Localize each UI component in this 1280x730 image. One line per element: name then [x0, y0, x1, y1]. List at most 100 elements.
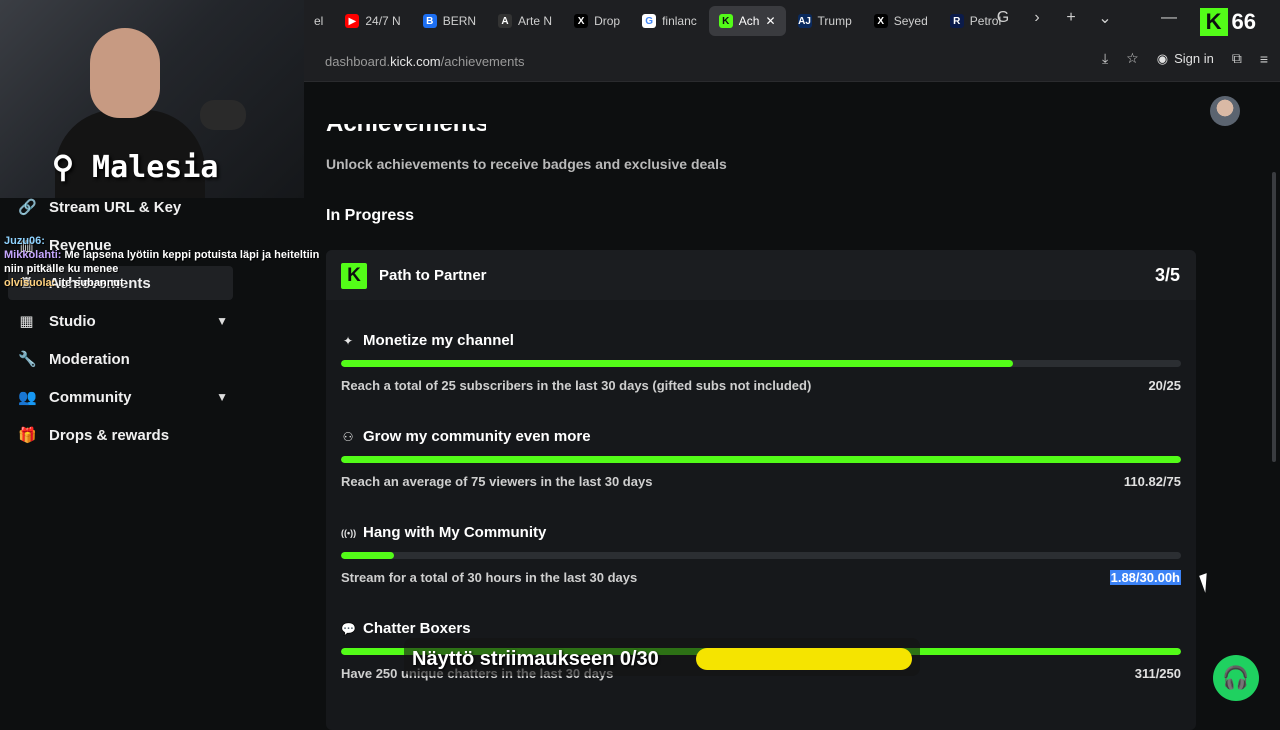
sidebar-item-moderation[interactable]: 🔧 Moderation [18, 350, 228, 369]
community-icon: ⚇ [342, 429, 354, 444]
sidebar-item-community[interactable]: 👥 Community ▼ [18, 388, 228, 407]
tab-label: 24/7 N [365, 14, 401, 28]
card-header[interactable]: K Path to Partner 3/5 [326, 250, 1196, 300]
browser-tab[interactable]: X Seyed [864, 6, 938, 36]
tab-favicon-icon: G [642, 14, 657, 28]
tab-favicon-icon: X [574, 14, 589, 28]
page-title: Achievements [326, 124, 486, 134]
browser-tab[interactable]: K Ach ✕ [708, 6, 786, 36]
achievement-description: Stream for a total of 30 hours in the la… [341, 570, 638, 585]
achievement-description: Reach a total of 25 subscribers in the l… [341, 378, 812, 393]
achievement-progress-bar [341, 360, 1181, 367]
studio-icon: ▦ [19, 313, 34, 330]
sign-in-button[interactable]: ◉ Sign in [1157, 51, 1214, 67]
chat-message: Mikkolahti: Me lapsena lyötiin keppi pot… [4, 249, 320, 275]
tab-list-chevron-icon[interactable]: ⌄ [1088, 8, 1122, 28]
menu-icon[interactable]: ≡ [1260, 51, 1268, 67]
card-title: Path to Partner [379, 267, 487, 284]
achievement-name: 💬 Chatter Boxers [341, 620, 471, 637]
wrench-icon: 🔧 [18, 351, 37, 368]
tab-label: Ach [738, 14, 760, 28]
sidebar-item-stream-url[interactable]: 🔗 Stream URL & Key [18, 198, 228, 217]
bookmark-star-icon[interactable]: ☆ [1126, 50, 1139, 67]
tab-favicon-icon: X [873, 14, 888, 28]
tab-favicon-icon: AJ [797, 14, 812, 28]
progress-fill [341, 552, 394, 559]
tab-label: finlanc [662, 14, 697, 28]
url-path: /achievements [440, 54, 525, 69]
location-label: ⚲ Malesia [52, 150, 219, 185]
progress-fill [341, 456, 1181, 463]
broadcast-icon: ((•)) [341, 527, 357, 538]
chevron-down-icon[interactable]: ▼ [216, 314, 228, 328]
gift-icon: 🎁 [18, 427, 37, 444]
tab-label: BERN [442, 14, 477, 28]
main-content: Achievements Unlock achievements to rece… [304, 82, 1280, 730]
achievement-progress-bar [341, 552, 1181, 559]
kick-logo-icon: K [1199, 8, 1228, 36]
minimize-button[interactable]: — [1152, 9, 1186, 27]
stream-goal-banner: Näyttö striimaukseen 0/30 [404, 638, 920, 676]
achievement-description: Reach an average of 75 viewers in the la… [341, 474, 653, 489]
new-tab-button[interactable]: + [1054, 9, 1088, 27]
chat-message: olvisuola: ite subannut [4, 277, 124, 289]
close-tab-icon[interactable]: ✕ [765, 14, 775, 28]
browser-tab[interactable]: AJ Trump [788, 6, 862, 36]
extensions-icon[interactable]: ⧉ [1232, 50, 1242, 67]
sparkle-icon: ✦ [342, 333, 354, 348]
tab-favicon-icon: R [949, 14, 964, 28]
achievement-name: ⚇ Grow my community even more [342, 428, 591, 445]
goal-progress-bar [696, 648, 912, 670]
achievement-item: ✦ Monetize my channel Reach a total of 25 … [341, 332, 1181, 393]
webcam-overlay: ⚲ Malesia [0, 0, 304, 198]
sidebar-item-drops[interactable]: 🎁 Drops & rewards [18, 426, 228, 445]
tab-label: el [314, 14, 324, 28]
google-tab-icon[interactable]: G [986, 9, 1020, 27]
url-domain: kick.com [390, 54, 441, 69]
achievement-name: ✦ Monetize my channel [342, 332, 514, 349]
help-headset-button[interactable]: 🎧 [1213, 655, 1259, 701]
achievement-item: ⚇ Grow my community even more Reach an ave… [341, 428, 1181, 489]
microphone [200, 100, 246, 130]
browser-tab[interactable]: ▶ 24/7 N [335, 6, 410, 36]
chevron-down-icon[interactable]: ▼ [216, 390, 228, 404]
page-subtitle: Unlock achievements to receive badges an… [326, 156, 727, 172]
tab-favicon-icon: A [498, 14, 513, 28]
kick-badge-icon: K [341, 263, 367, 289]
scrollbar[interactable] [1272, 172, 1276, 462]
sign-in-label: Sign in [1174, 51, 1214, 66]
tab-favicon-icon: B [422, 14, 437, 28]
streamer-head [90, 28, 160, 118]
tab-label: Trump [817, 14, 852, 28]
section-heading: In Progress [326, 207, 415, 224]
stream-chat-overlay: Juzu06: Mikkolahti: Me lapsena lyötiin k… [4, 234, 334, 290]
url-field[interactable]: dashboard.kick.com/achievements [325, 54, 524, 69]
account-icon: ◉ [1156, 50, 1169, 66]
achievement-item: ((•)) Hang with My Community Stream for a … [341, 524, 1181, 585]
chat-icon: 💬 [341, 621, 356, 636]
achievement-name: ((•)) Hang with My Community [341, 524, 547, 541]
browser-tab[interactable]: X Drop [564, 6, 630, 36]
tab-label: Arte N [518, 14, 553, 28]
headset-icon: 🎧 [1222, 665, 1250, 690]
kick-overlay-logo: K 66 [1199, 8, 1256, 36]
sidebar-item-studio[interactable]: ▦ Studio ▼ [18, 312, 228, 331]
browser-tab[interactable]: B BERN [413, 6, 486, 36]
tab-label: Drop [594, 14, 621, 28]
avatar[interactable] [1210, 96, 1240, 126]
card-count: 3/5 [1154, 265, 1180, 285]
progress-fill [341, 360, 1013, 367]
users-icon: 👥 [18, 389, 37, 406]
scroll-tabs-right-icon[interactable]: › [1020, 9, 1054, 27]
overlay-count: 66 [1231, 9, 1256, 34]
achievement-progress-value: 1.88/30.00h [1109, 570, 1181, 585]
browser-tab[interactable]: Gfinlanc [632, 6, 707, 36]
tab-favicon-icon: ▶ [345, 14, 360, 28]
browser-tab[interactable]: A Arte N [488, 6, 562, 36]
chat-message: Juzu06: [4, 235, 45, 247]
install-app-icon[interactable]: ⤓ [1102, 50, 1108, 67]
achievement-item: 💬Chatter BoxersHave 250 unique chatters … [341, 620, 1181, 681]
achievement-progress-value: 110.82/75 [1123, 474, 1181, 489]
url-host: dashboard. [325, 54, 391, 69]
browser-tab[interactable]: el [304, 6, 333, 36]
